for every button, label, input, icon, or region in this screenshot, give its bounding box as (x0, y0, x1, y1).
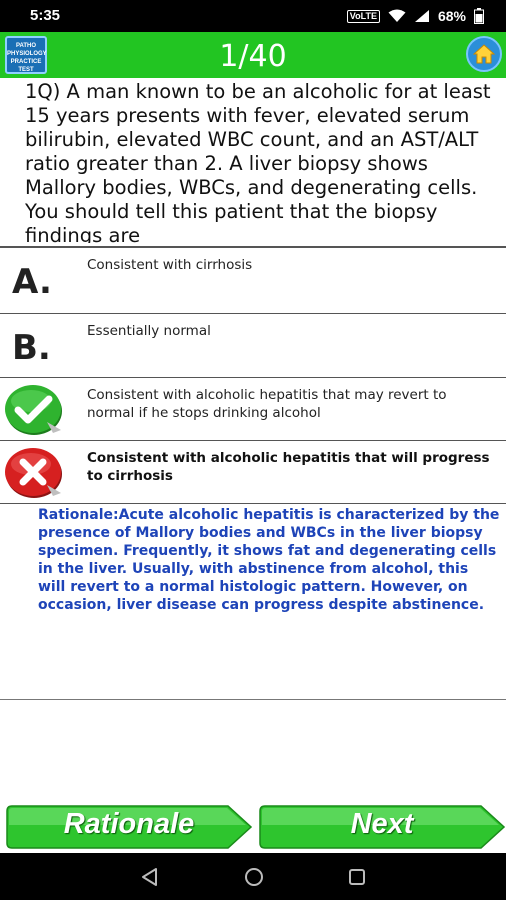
option-d-text: Consistent with alcoholic hepatitis that… (87, 450, 490, 484)
status-time: 5:35 (30, 7, 61, 24)
next-button-label: Next (350, 808, 414, 840)
option-c[interactable]: Consistent with alcoholic hepatitis that… (0, 378, 506, 440)
battery-icon (474, 8, 484, 24)
rationale-text: Rationale:Acute alcoholic hepatitis is c… (38, 507, 500, 613)
wifi-icon (388, 9, 406, 22)
next-button[interactable]: Next (259, 805, 505, 849)
option-a-text: Consistent with cirrhosis (87, 257, 253, 273)
back-icon[interactable] (140, 867, 160, 887)
home-nav-icon[interactable] (244, 867, 264, 887)
rationale-button-label: Rationale (63, 808, 195, 840)
recents-icon[interactable] (348, 868, 366, 886)
check-icon (5, 385, 62, 435)
navigation-bar (0, 853, 506, 900)
signal-icon (414, 10, 429, 22)
option-d[interactable]: Consistent with alcoholic hepatitis that… (0, 441, 506, 503)
option-c-text: Consistent with alcoholic hepatitis that… (87, 387, 447, 421)
status-icons: VoLTE 68% (346, 6, 484, 26)
option-a-letter: A. (12, 262, 52, 302)
question-counter: 1/40 (219, 39, 287, 74)
home-button[interactable] (466, 36, 502, 72)
home-icon (473, 44, 495, 64)
option-a[interactable]: A. Consistent with cirrhosis (0, 248, 506, 310)
option-b-text: Essentially normal (87, 323, 211, 339)
option-b[interactable]: B. Essentially normal (0, 314, 506, 376)
app-bar: PATHO PHYSIOLOGY PRACTICE TEST 1/40 (0, 32, 506, 78)
volte-icon: VoLTE (346, 9, 380, 23)
rationale-button[interactable]: Rationale (6, 805, 252, 849)
battery-percent: 68% (437, 8, 466, 24)
status-bar: 5:35 VoLTE 68% (0, 0, 506, 32)
question-text: 1Q) A man known to be an alcoholic for a… (25, 80, 491, 243)
option-b-letter: B. (12, 328, 51, 368)
cross-icon (5, 448, 62, 498)
